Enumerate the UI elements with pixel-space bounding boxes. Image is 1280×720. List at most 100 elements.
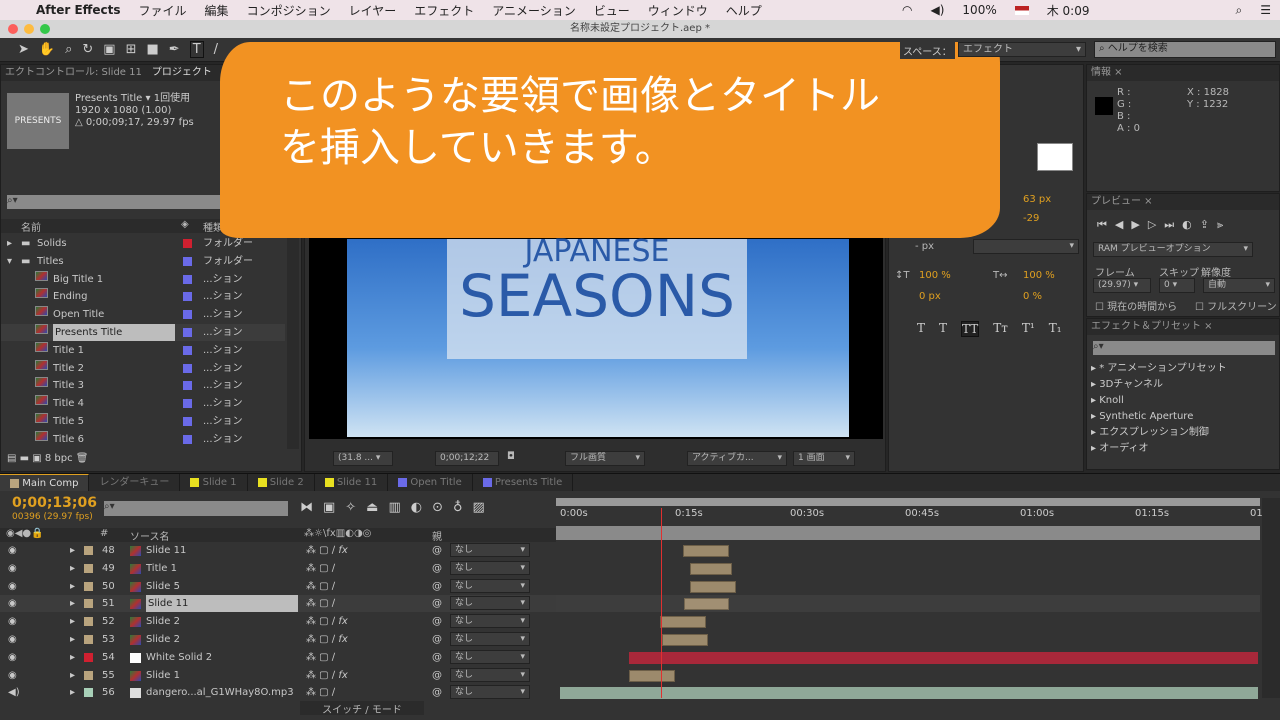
layer-switches[interactable]: ⁂ ▢ ∕ fx bbox=[306, 631, 348, 648]
layer-label-color[interactable] bbox=[84, 652, 93, 662]
wifi-icon[interactable]: ◠ bbox=[902, 3, 912, 17]
label-color[interactable] bbox=[183, 434, 192, 444]
pickwhip-icon[interactable]: @ bbox=[432, 595, 442, 612]
label-color[interactable] bbox=[183, 274, 192, 284]
text-style-button[interactable]: T₁ bbox=[1049, 321, 1062, 337]
bpc-button[interactable]: 8 bpc bbox=[45, 453, 73, 464]
tab-info[interactable]: 情報 bbox=[1091, 67, 1111, 78]
app-menu[interactable]: After Effects bbox=[36, 3, 121, 17]
layer-label-color[interactable] bbox=[84, 688, 93, 698]
label-color[interactable] bbox=[183, 417, 192, 426]
ram-preview-options[interactable]: RAM プレビューオプション ▾ bbox=[1093, 242, 1253, 257]
menu-item[interactable]: ヘルプ bbox=[726, 2, 762, 19]
vertical-scale-value[interactable]: 100 % bbox=[919, 270, 951, 281]
layer-row[interactable]: ◀) ▸ 56 dangero...al_G1WHay8O.mp3 ⁂ ▢ ∕ … bbox=[0, 684, 556, 701]
layer-row[interactable]: ◉ ▸ 51 Slide 11 ⁂ ▢ ∕ @ なし ▾ bbox=[0, 595, 556, 613]
pickwhip-icon[interactable]: @ bbox=[432, 578, 442, 595]
pickwhip-icon[interactable]: @ bbox=[432, 613, 442, 630]
text-style-button[interactable]: Tт bbox=[993, 321, 1008, 337]
zoom-select[interactable]: (31.8 ... ▾ bbox=[333, 451, 393, 466]
project-item[interactable]: Open Title ...ション bbox=[1, 306, 285, 323]
eye-icon[interactable]: ◉ bbox=[8, 631, 17, 648]
tab-effect-controls[interactable]: エクトコントロール: Slide 11 bbox=[5, 67, 142, 78]
tab-project[interactable]: プロジェクト bbox=[152, 67, 212, 78]
label-color[interactable] bbox=[183, 239, 192, 248]
layer-name[interactable]: Slide 11 bbox=[146, 595, 298, 613]
menu-item[interactable]: ファイル bbox=[139, 2, 187, 19]
layer-switches[interactable]: ⁂ ▢ ∕ bbox=[306, 684, 335, 701]
minimize-button[interactable] bbox=[24, 24, 34, 34]
layer-duration-bar[interactable] bbox=[629, 651, 1258, 664]
parent-select[interactable]: なし ▾ bbox=[450, 685, 530, 700]
layer-switches[interactable]: ⁂ ▢ ∕ fx bbox=[306, 613, 348, 630]
layer-name[interactable]: Slide 2 bbox=[146, 631, 180, 648]
from-current-checkbox[interactable]: ☐ 現在の時間から bbox=[1095, 298, 1177, 313]
text-style-button[interactable]: T bbox=[917, 321, 925, 337]
label-color[interactable] bbox=[183, 345, 192, 355]
project-item[interactable]: Title 4 ...ション bbox=[1, 395, 285, 412]
layer-switches[interactable]: ⁂ ▢ ∕ bbox=[306, 560, 335, 577]
layer-label-color[interactable] bbox=[84, 546, 93, 555]
project-item[interactable]: Title 5 ...ション bbox=[1, 413, 285, 430]
eye-icon[interactable]: ◉ bbox=[8, 595, 17, 612]
parent-select[interactable]: なし ▾ bbox=[450, 614, 530, 629]
label-color[interactable] bbox=[183, 292, 192, 302]
layer-duration-bar[interactable] bbox=[661, 634, 708, 646]
pickwhip-icon[interactable]: @ bbox=[432, 542, 442, 559]
effect-category[interactable]: ▸ 3Dチャンネル bbox=[1091, 377, 1261, 393]
layer-name[interactable]: dangero...al_G1WHay8O.mp3 bbox=[146, 684, 294, 701]
horizontal-scale-value[interactable]: 100 % bbox=[1023, 270, 1055, 281]
baseline-value[interactable]: 0 px bbox=[919, 291, 941, 302]
pickwhip-icon[interactable]: @ bbox=[432, 649, 442, 666]
zoom-tool-icon[interactable]: ⌕ bbox=[65, 42, 72, 57]
text-style-button[interactable]: T¹ bbox=[1022, 321, 1035, 337]
snapshot-icon[interactable]: ◘ bbox=[507, 451, 515, 462]
project-item[interactable]: Presents Title ...ション bbox=[1, 324, 285, 341]
label-color[interactable] bbox=[183, 256, 192, 266]
layer-switches[interactable]: ⁂ ▢ ∕ fx bbox=[306, 542, 348, 559]
switch-mode-toggle[interactable]: スイッチ / モード bbox=[300, 701, 424, 716]
eye-icon[interactable]: ◉ bbox=[8, 613, 17, 630]
timeline-timecode[interactable]: 0;00;13;06 bbox=[12, 495, 97, 511]
rotate-tool-icon[interactable]: ↻ bbox=[82, 42, 93, 57]
camera-tool-icon[interactable]: ▣ bbox=[103, 42, 115, 57]
layer-duration-bar[interactable] bbox=[690, 562, 733, 575]
parent-select[interactable]: なし ▾ bbox=[450, 649, 530, 664]
layer-name[interactable]: Slide 5 bbox=[146, 578, 180, 595]
tracking-value[interactable]: -29 bbox=[1023, 213, 1039, 224]
parent-select[interactable]: なし ▾ bbox=[450, 667, 530, 682]
label-color[interactable] bbox=[183, 381, 192, 391]
layer-label-color[interactable] bbox=[84, 617, 93, 627]
layer-label-color[interactable] bbox=[84, 581, 93, 591]
playback-controls[interactable]: ⏮◀▶▷⏭◐⇪⫸ bbox=[1097, 218, 1231, 232]
timeline-search[interactable]: ⌕▾ bbox=[104, 501, 288, 516]
layer-label-color[interactable] bbox=[84, 635, 93, 644]
leading-select[interactable]: ▾ bbox=[973, 239, 1079, 254]
font-size-value[interactable]: 63 px bbox=[1023, 194, 1051, 205]
project-item[interactable]: Title 2 ...ション bbox=[1, 359, 285, 377]
eye-icon[interactable]: ◉ bbox=[8, 667, 17, 684]
parent-select[interactable]: なし ▾ bbox=[450, 578, 530, 593]
menu-item[interactable]: 編集 bbox=[205, 2, 229, 19]
tab-effects-presets[interactable]: エフェクト＆プリセット bbox=[1091, 321, 1201, 332]
parent-select[interactable]: なし ▾ bbox=[450, 543, 530, 557]
layer-row[interactable]: ◉ ▸ 49 Title 1 ⁂ ▢ ∕ @ なし ▾ bbox=[0, 560, 556, 577]
selection-tool-icon[interactable]: ➤ bbox=[18, 42, 29, 57]
effect-category[interactable]: ▸ Synthetic Aperture bbox=[1091, 409, 1261, 425]
camera-select[interactable]: アクティブカ... ▾ bbox=[687, 451, 787, 466]
audio-icon[interactable]: ◀) bbox=[8, 684, 20, 701]
clock[interactable]: 木 0:09 bbox=[1047, 2, 1090, 19]
layer-row[interactable]: ◉ ▸ 54 White Solid 2 ⁂ ▢ ∕ @ なし ▾ bbox=[0, 649, 556, 666]
skip-select[interactable]: 0 ▾ bbox=[1159, 278, 1195, 293]
parent-select[interactable]: なし ▾ bbox=[450, 596, 530, 611]
layer-name[interactable]: Slide 11 bbox=[146, 542, 186, 559]
col-number[interactable]: # bbox=[100, 528, 108, 539]
eye-icon[interactable]: ◉ bbox=[8, 649, 17, 666]
col-source-name[interactable]: ソース名 bbox=[130, 528, 170, 543]
menu-item[interactable]: ウィンドウ bbox=[648, 2, 708, 19]
timeline-tab[interactable]: Slide 11 bbox=[315, 474, 389, 491]
views-select[interactable]: 1 画面 ▾ bbox=[793, 451, 855, 466]
layer-row[interactable]: ◉ ▸ 53 Slide 2 ⁂ ▢ ∕ fx @ なし ▾ bbox=[0, 631, 556, 648]
spotlight-icon[interactable]: ⌕ bbox=[1236, 3, 1243, 18]
menu-item[interactable]: レイヤー bbox=[349, 2, 397, 19]
